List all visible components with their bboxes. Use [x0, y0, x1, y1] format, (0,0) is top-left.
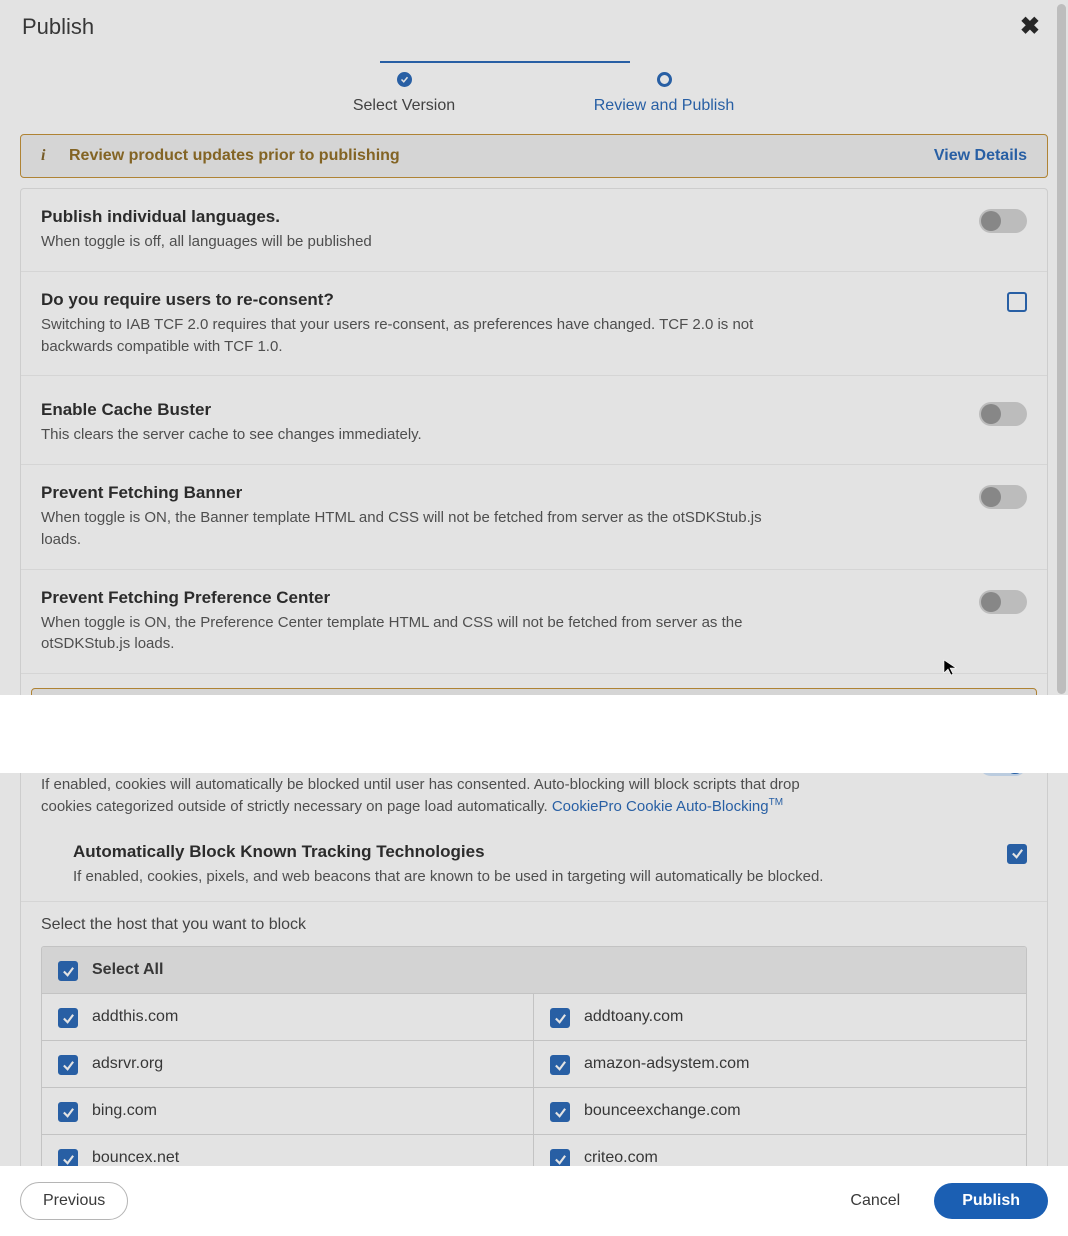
row-autoblock: Enable Automatic Blocking of Cookies If … — [21, 732, 1047, 828]
host-cell: bounceexchange.com — [534, 1088, 1026, 1135]
row-desc: When toggle is off, all languages will b… — [41, 231, 372, 253]
step-label: Review and Publish — [594, 97, 735, 115]
alert-text: Review product updates prior to publishi… — [69, 147, 400, 165]
previous-button[interactable]: Previous — [20, 1182, 128, 1220]
checkbox-host[interactable] — [550, 1102, 570, 1122]
scrollbar[interactable] — [1057, 4, 1066, 694]
checkbox-host[interactable] — [58, 1008, 78, 1028]
host-cell: amazon-adsystem.com — [534, 1041, 1026, 1088]
dialog-header: Publish ✖ — [0, 0, 1068, 54]
host-cell: adsrvr.org — [42, 1041, 534, 1088]
toggle-autoblock[interactable] — [979, 752, 1027, 776]
checkbox-autoblock-known[interactable] — [1007, 844, 1027, 864]
host-name: bouncex.net — [92, 1149, 179, 1166]
host-select-all-row: Select All — [42, 947, 1026, 994]
host-table: Select All addthis.com addtoany.com — [41, 946, 1027, 1166]
row-prevent-pref-center: Prevent Fetching Preference Center When … — [21, 570, 1047, 675]
row-desc: If enabled, cookies, pixels, and web bea… — [73, 866, 823, 888]
toggle-publish-languages[interactable] — [979, 209, 1027, 233]
row-desc: This clears the server cache to see chan… — [41, 424, 422, 446]
publish-button[interactable]: Publish — [934, 1183, 1048, 1219]
stepper: Select Version Review and Publish — [0, 54, 1068, 127]
checkbox-host[interactable] — [58, 1149, 78, 1166]
row-title: Enable Automatic Blocking of Cookies — [41, 750, 801, 770]
checkbox-reconsent[interactable] — [1007, 292, 1027, 312]
row-title: Prevent Fetching Banner — [41, 483, 801, 503]
host-name: bounceexchange.com — [584, 1102, 741, 1120]
host-name: adsrvr.org — [92, 1055, 163, 1073]
row-title: Enable Cache Buster — [41, 400, 422, 420]
view-details-link[interactable]: View Details — [934, 147, 1027, 165]
step-label: Select Version — [353, 97, 455, 115]
check-icon — [397, 72, 412, 87]
toggle-prevent-banner[interactable] — [979, 485, 1027, 509]
row-title: Automatically Block Known Tracking Techn… — [73, 842, 823, 862]
close-icon[interactable]: ✖ — [1014, 15, 1046, 39]
row-reconsent: Do you require users to re-consent? Swit… — [21, 272, 1047, 377]
alert-autoblock-slow: i Publishing your changes will take long… — [31, 688, 1037, 732]
info-icon: i — [52, 701, 62, 719]
row-title: Prevent Fetching Preference Center — [41, 588, 801, 608]
row-prevent-banner: Prevent Fetching Banner When toggle is O… — [21, 465, 1047, 570]
host-name: addtoany.com — [584, 1008, 683, 1026]
info-icon: i — [41, 147, 51, 165]
host-cell: bing.com — [42, 1088, 534, 1135]
checkbox-host[interactable] — [58, 1102, 78, 1122]
checkbox-host[interactable] — [550, 1055, 570, 1075]
select-all-label: Select All — [92, 961, 163, 979]
row-desc: If enabled, cookies will automatically b… — [41, 774, 801, 818]
host-name: criteo.com — [584, 1149, 658, 1166]
host-name: addthis.com — [92, 1008, 178, 1026]
step-review-publish[interactable]: Review and Publish — [534, 72, 794, 115]
checkbox-host[interactable] — [550, 1008, 570, 1028]
toggle-prevent-pref-center[interactable] — [979, 590, 1027, 614]
host-cell: bouncex.net — [42, 1135, 534, 1166]
step-select-version[interactable]: Select Version — [274, 72, 534, 115]
checkbox-host[interactable] — [58, 1055, 78, 1075]
autoblock-link[interactable]: CookiePro Cookie Auto-BlockingTM — [552, 798, 783, 815]
checkbox-host[interactable] — [550, 1149, 570, 1166]
row-desc: When toggle is ON, the Preference Center… — [41, 612, 801, 656]
row-cache-buster: Enable Cache Buster This clears the serv… — [21, 376, 1047, 465]
host-name: bing.com — [92, 1102, 157, 1120]
row-title: Publish individual languages. — [41, 207, 372, 227]
options-card: Publish individual languages. When toggl… — [20, 188, 1048, 1166]
host-cell: addthis.com — [42, 994, 534, 1041]
host-name: amazon-adsystem.com — [584, 1055, 749, 1073]
row-desc: When toggle is ON, the Banner template H… — [41, 507, 801, 551]
checkbox-select-all[interactable] — [58, 961, 78, 981]
row-title: Do you require users to re-consent? — [41, 290, 801, 310]
dialog-title: Publish — [22, 14, 94, 40]
host-cell: criteo.com — [534, 1135, 1026, 1166]
alert-text: Publishing your changes will take longer… — [80, 701, 701, 719]
row-desc: Switching to IAB TCF 2.0 requires that y… — [41, 314, 801, 358]
host-cell: addtoany.com — [534, 994, 1026, 1041]
cancel-button[interactable]: Cancel — [834, 1183, 916, 1219]
row-publish-languages: Publish individual languages. When toggl… — [21, 189, 1047, 272]
alert-review-updates: i Review product updates prior to publis… — [20, 134, 1048, 178]
current-step-icon — [657, 72, 672, 87]
toggle-cache-buster[interactable] — [979, 402, 1027, 426]
host-instruction: Select the host that you want to block — [21, 902, 1047, 946]
row-autoblock-known: Automatically Block Known Tracking Techn… — [21, 828, 1047, 903]
dialog-footer: Previous Cancel Publish — [0, 1166, 1068, 1236]
